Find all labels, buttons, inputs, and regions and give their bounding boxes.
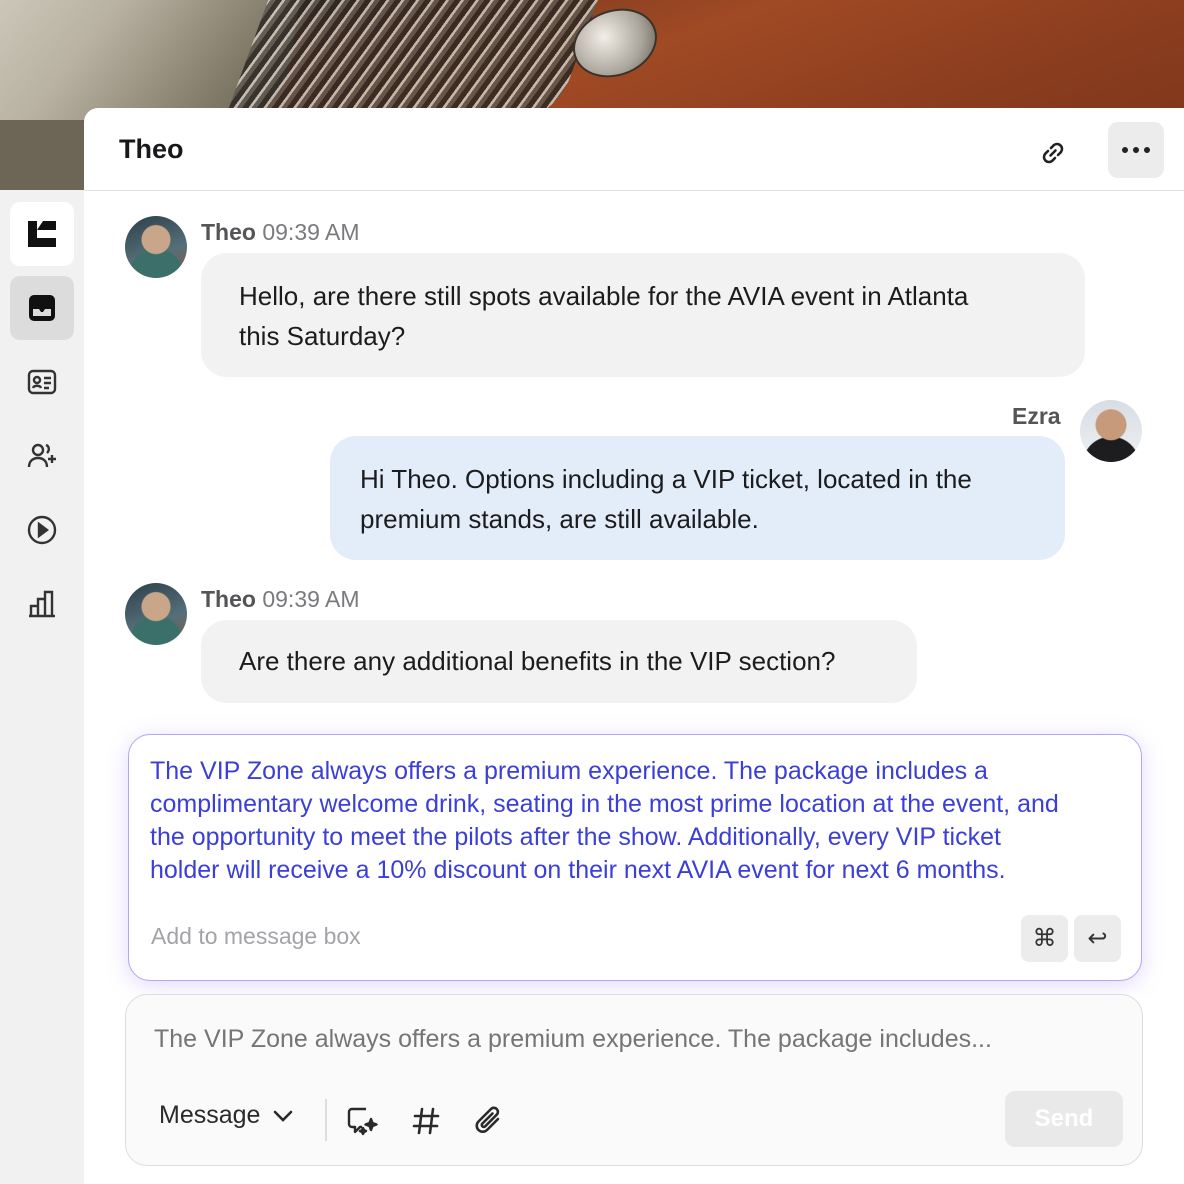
page-title: Theo	[119, 133, 184, 164]
suggestion-line: holder will receive a 10% discount on th…	[150, 856, 1006, 884]
sidebar-item-logo[interactable]	[10, 202, 74, 266]
enter-key-icon[interactable]: ↩	[1074, 915, 1121, 962]
message-text: premium stands, are still available.	[360, 504, 759, 534]
message-meta: Theo 09:39 AM	[201, 219, 360, 246]
logo-icon	[28, 221, 56, 247]
chat-panel: Theo Theo 09:39 AM Hello, are there stil…	[84, 108, 1184, 1184]
message-meta: Ezra	[1012, 403, 1061, 430]
bar-chart-icon	[29, 590, 55, 618]
sender-name: Theo	[201, 219, 256, 245]
message-type-label: Message	[159, 1101, 261, 1129]
ai-sparkle-chat-icon	[347, 1107, 378, 1136]
message-time: 09:39 AM	[262, 586, 360, 612]
car-grille	[224, 0, 606, 120]
toolbar-divider	[325, 1099, 327, 1141]
play-icon	[27, 515, 57, 545]
message-time: 09:39 AM	[262, 219, 360, 245]
link-icon	[1042, 142, 1064, 164]
avatar[interactable]	[1080, 400, 1142, 462]
command-key-icon[interactable]: ⌘	[1021, 915, 1068, 962]
hashtag-icon	[412, 1107, 440, 1135]
sender-name: Ezra	[1012, 403, 1061, 429]
sidebar-item-contacts[interactable]	[10, 350, 74, 414]
message-text: Are there any additional benefits in the…	[239, 646, 836, 676]
message-meta: Theo 09:39 AM	[201, 586, 360, 613]
add-to-message-hint: Add to message box	[151, 923, 361, 949]
message-bubble: Hello, are there still spots available f…	[201, 253, 1085, 377]
message-bubble: Are there any additional benefits in the…	[201, 620, 917, 703]
chevron-down-icon	[274, 1110, 293, 1122]
suggestion-line: complimentary welcome drink, seating in …	[150, 790, 1059, 818]
suggestion-line: The VIP Zone always offers a premium exp…	[150, 757, 988, 785]
avatar[interactable]	[125, 583, 187, 645]
sender-name: Theo	[201, 586, 256, 612]
message-bubble: Hi Theo. Options including a VIP ticket,…	[330, 436, 1065, 560]
message-type-dropdown[interactable]: Message	[159, 1101, 294, 1130]
ai-suggestion-card[interactable]: The VIP Zone always offers a premium exp…	[128, 734, 1142, 981]
add-user-icon	[27, 443, 56, 468]
sidebar-item-team[interactable]	[10, 424, 74, 488]
contact-card-icon	[27, 369, 57, 395]
sidebar-item-analytics[interactable]	[10, 572, 74, 636]
hashtag-button[interactable]	[404, 1099, 448, 1143]
inbox-icon	[29, 295, 55, 321]
message-text: Hi Theo. Options including a VIP ticket,…	[360, 464, 972, 494]
sidebar	[0, 190, 84, 1184]
copy-link-button[interactable]	[1030, 130, 1076, 176]
message-text: Hello, are there still spots available f…	[239, 281, 969, 311]
attach-button[interactable]	[468, 1099, 512, 1143]
suggestion-line: the opportunity to meet the pilots after…	[150, 823, 1001, 851]
avatar[interactable]	[125, 216, 187, 278]
message-text: this Saturday?	[239, 321, 406, 351]
sidebar-item-inbox[interactable]	[10, 276, 74, 340]
photo-shade	[0, 120, 90, 200]
message-input[interactable]	[154, 1025, 1114, 1054]
chat-header: Theo	[84, 108, 1184, 191]
sidebar-item-media[interactable]	[10, 498, 74, 562]
suggestion-text: The VIP Zone always offers a premium exp…	[150, 755, 1130, 887]
message-composer: Message Send	[125, 994, 1143, 1166]
send-button[interactable]: Send	[1005, 1091, 1123, 1147]
more-icon	[1122, 147, 1150, 153]
paperclip-icon	[475, 1106, 500, 1133]
more-options-button[interactable]	[1108, 122, 1164, 178]
ai-assist-button[interactable]	[340, 1099, 384, 1143]
